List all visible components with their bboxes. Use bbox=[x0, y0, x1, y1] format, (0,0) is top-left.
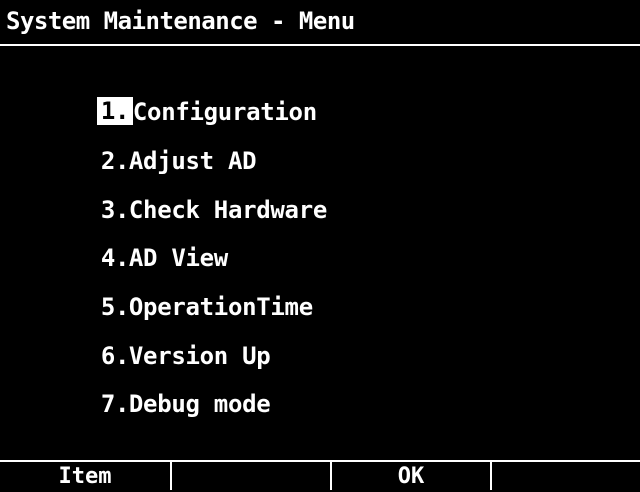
menu-item-ad-view[interactable]: 4.AD View bbox=[12, 198, 228, 272]
menu-item-debug-mode[interactable]: 7.Debug mode bbox=[12, 344, 271, 418]
menu-item-version-up[interactable]: 6.Version Up bbox=[12, 296, 271, 370]
menu-item-operation-time[interactable]: 5.OperationTime bbox=[12, 247, 313, 321]
menu-item-adjust-ad[interactable]: 2.Adjust AD bbox=[12, 101, 257, 175]
softkey-2-button[interactable] bbox=[172, 462, 330, 490]
softkey-bar: Item OK bbox=[0, 460, 640, 490]
maintenance-screen: System Maintenance - Menu 1. Configuratio… bbox=[0, 0, 640, 490]
title-bar: System Maintenance - Menu bbox=[0, 0, 640, 46]
softkey-ok-button[interactable]: OK bbox=[332, 462, 490, 490]
softkey-item-button[interactable]: Item bbox=[0, 462, 170, 490]
menu-item-check-hardware[interactable]: 3.Check Hardware bbox=[12, 150, 327, 224]
menu-item-configuration[interactable]: 1. Configuration bbox=[12, 52, 317, 126]
menu-item-label: Debug mode bbox=[128, 390, 271, 418]
softkey-4-button[interactable] bbox=[492, 462, 640, 490]
screen-title: System Maintenance - Menu bbox=[6, 7, 355, 35]
menu-item-number: 7. bbox=[100, 390, 130, 418]
